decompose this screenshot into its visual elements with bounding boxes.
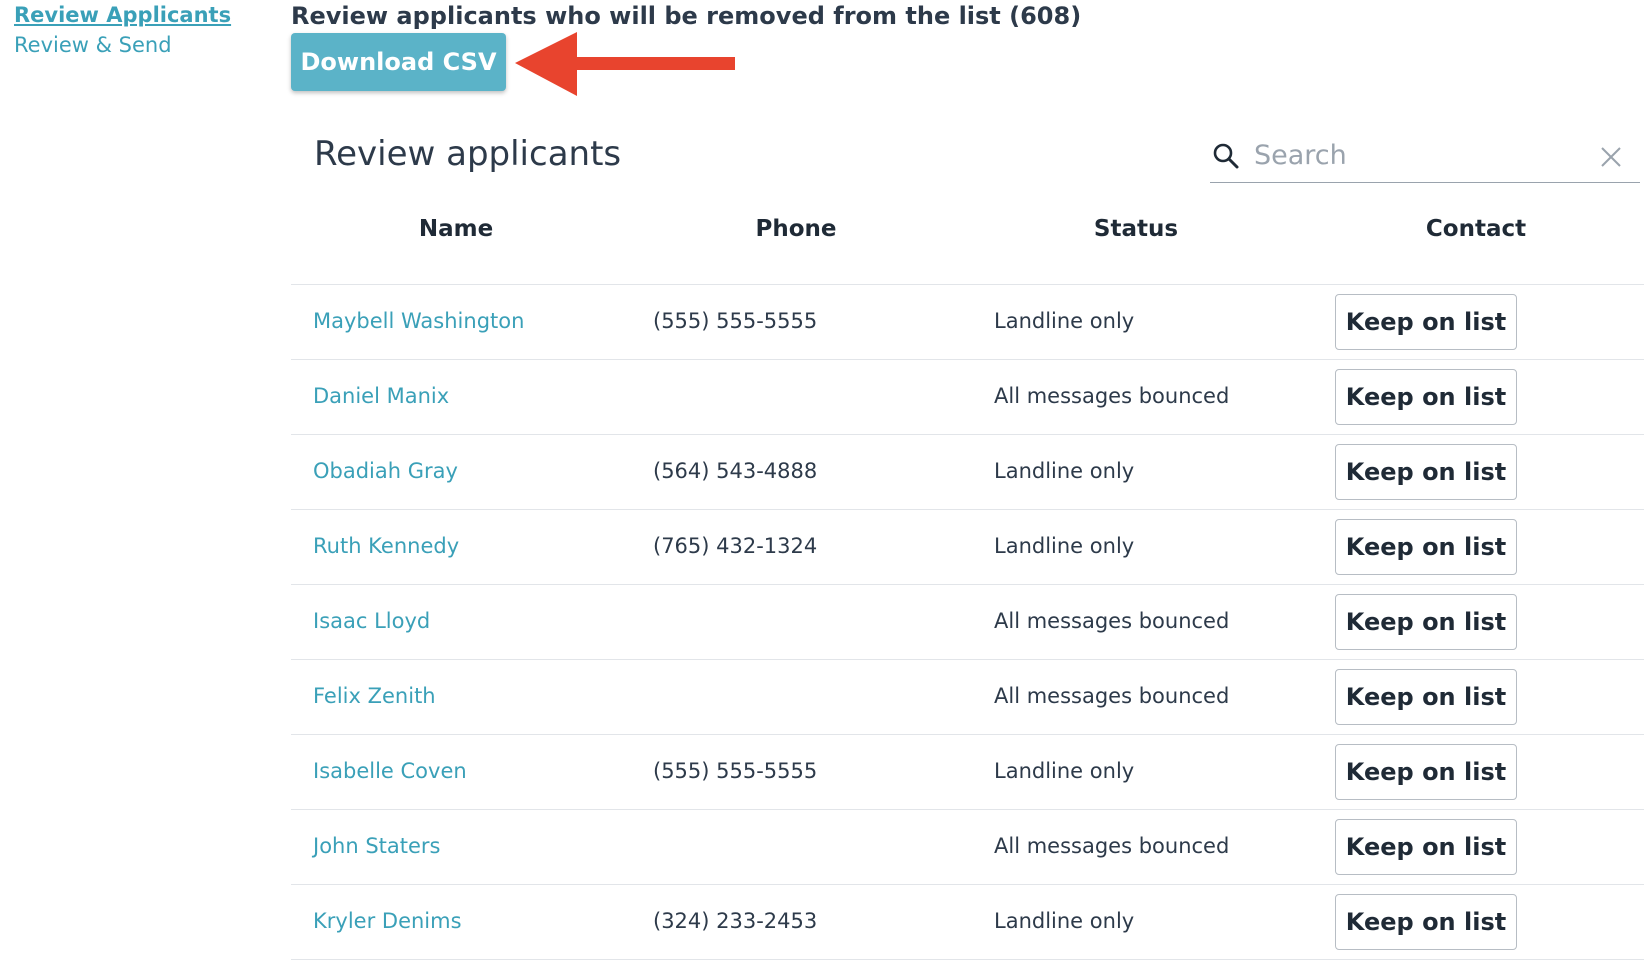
- applicant-name-link[interactable]: Daniel Manix: [313, 384, 449, 408]
- applicant-phone: (564) 543-4888: [653, 459, 818, 483]
- column-header-status: Status: [1093, 216, 1179, 242]
- table-row: Isaac Lloyd All messages bounced Keep on l…: [291, 585, 1644, 660]
- applicant-status: All messages bounced: [994, 609, 1230, 633]
- applicant-name-link[interactable]: Isabelle Coven: [313, 759, 467, 783]
- applicant-phone: (765) 432-1324: [653, 534, 818, 558]
- applicant-phone: (555) 555-5555: [653, 759, 818, 783]
- arrow-annotation: [515, 32, 735, 96]
- applicant-name-link[interactable]: Obadiah Gray: [313, 459, 458, 483]
- table-body: Maybell Washington (555) 555-5555 Landline…: [291, 285, 1644, 960]
- table-row: Ruth Kennedy (765) 432-1324 Landline only K…: [291, 510, 1644, 585]
- sidebar: Review Applicants Review & Send: [14, 0, 254, 60]
- applicant-name-link[interactable]: Kryler Denims: [313, 909, 462, 933]
- keep-on-list-button[interactable]: Keep on list: [1335, 294, 1517, 350]
- applicant-name-link[interactable]: Felix Zenith: [313, 684, 436, 708]
- search-icon: [1213, 143, 1239, 169]
- table-row: Obadiah Gray (564) 543-4888 Landline only K…: [291, 435, 1644, 510]
- page-heading: Review applicants who will be removed fr…: [291, 2, 1082, 30]
- table-row: Daniel Manix All messages bounced Keep on …: [291, 360, 1644, 435]
- table-row: Maybell Washington (555) 555-5555 Landline…: [291, 285, 1644, 360]
- table-header: Name Phone Status Contact: [291, 206, 1644, 285]
- keep-on-list-button[interactable]: Keep on list: [1335, 369, 1517, 425]
- applicants-table: Name Phone Status Contact Maybell Washin…: [291, 206, 1644, 960]
- applicant-phone: (324) 233-2453: [653, 909, 818, 933]
- keep-on-list-button[interactable]: Keep on list: [1335, 669, 1517, 725]
- search-box: [1210, 132, 1640, 183]
- column-header-phone: Phone: [755, 216, 837, 242]
- applicant-status: All messages bounced: [994, 834, 1230, 858]
- applicant-status: Landline only: [994, 909, 1135, 933]
- keep-on-list-button[interactable]: Keep on list: [1335, 594, 1517, 650]
- table-row: Kryler Denims (324) 233-2453 Landline only…: [291, 885, 1644, 960]
- keep-on-list-button[interactable]: Keep on list: [1335, 444, 1517, 500]
- search-input[interactable]: [1254, 136, 1574, 174]
- table-row: John Staters All messages bounced Keep on …: [291, 810, 1644, 885]
- column-header-name: Name: [418, 216, 494, 242]
- panel-title: Review applicants: [314, 134, 622, 174]
- applicant-name-link[interactable]: Ruth Kennedy: [313, 534, 459, 558]
- keep-on-list-button[interactable]: Keep on list: [1335, 519, 1517, 575]
- applicant-name-link[interactable]: Maybell Washington: [313, 309, 524, 333]
- applicant-status: Landline only: [994, 309, 1135, 333]
- keep-on-list-button[interactable]: Keep on list: [1335, 744, 1517, 800]
- download-csv-button[interactable]: Download CSV: [291, 33, 506, 91]
- applicant-name-link[interactable]: Isaac Lloyd: [313, 609, 430, 633]
- keep-on-list-button[interactable]: Keep on list: [1335, 819, 1517, 875]
- table-row: Isabelle Coven (555) 555-5555 Landline onl…: [291, 735, 1644, 810]
- table-row: Felix Zenith All messages bounced Keep on …: [291, 660, 1644, 735]
- close-icon[interactable]: [1600, 146, 1622, 168]
- sidebar-item-review-applicants[interactable]: Review Applicants: [14, 0, 254, 30]
- applicant-status: All messages bounced: [994, 684, 1230, 708]
- applicant-status: Landline only: [994, 534, 1135, 558]
- applicant-status: All messages bounced: [994, 384, 1230, 408]
- applicant-status: Landline only: [994, 459, 1135, 483]
- applicant-phone: (555) 555-5555: [653, 309, 818, 333]
- sidebar-item-review-send[interactable]: Review & Send: [14, 30, 254, 60]
- applicant-name-link[interactable]: John Staters: [313, 834, 441, 858]
- keep-on-list-button[interactable]: Keep on list: [1335, 894, 1517, 950]
- column-header-contact: Contact: [1425, 216, 1527, 242]
- applicant-status: Landline only: [994, 759, 1135, 783]
